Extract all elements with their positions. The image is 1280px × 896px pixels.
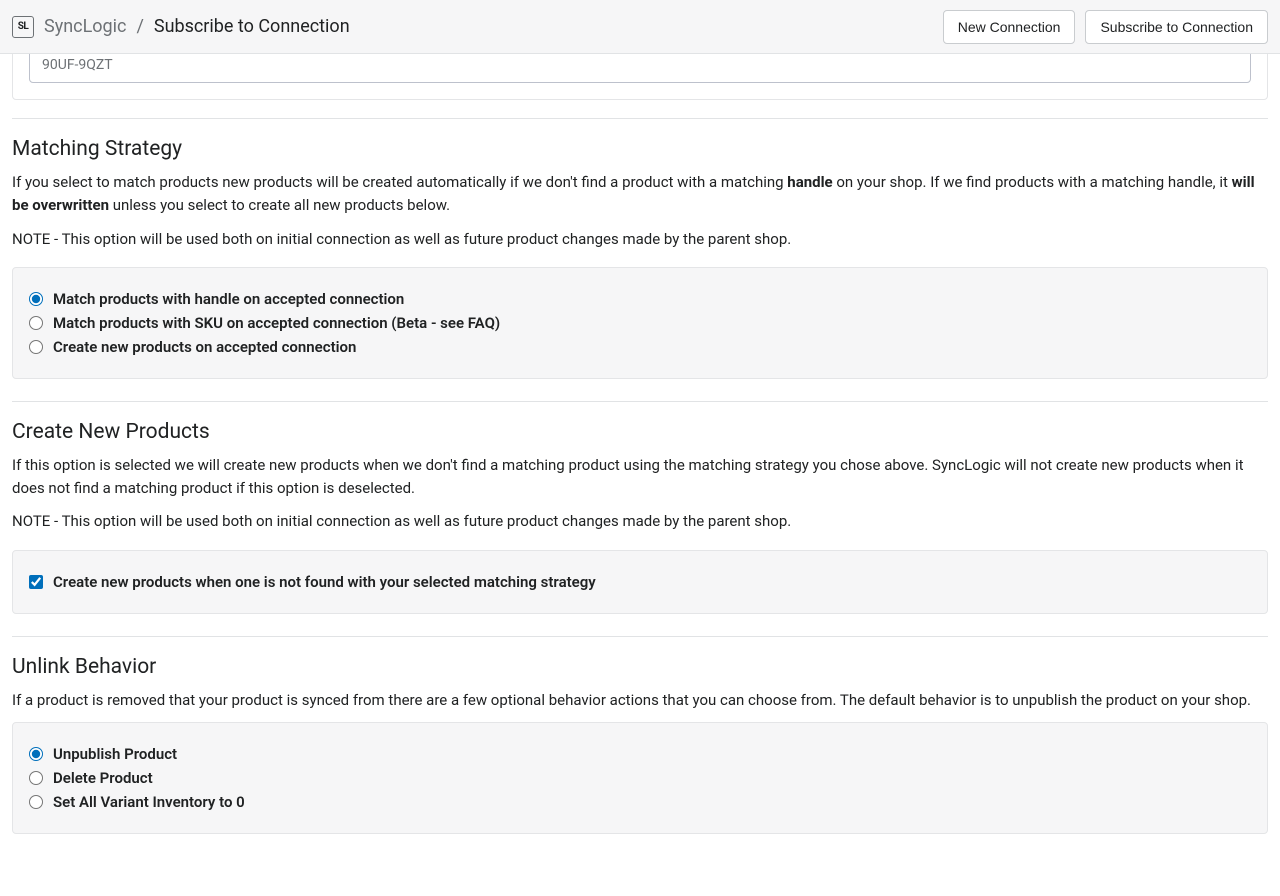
unlink-option-unpublish[interactable]: Unpublish Product xyxy=(29,745,1251,763)
create-new-checkbox-label[interactable]: Create new products when one is not foun… xyxy=(53,573,596,591)
unlink-options-panel: Unpublish Product Delete Product Set All… xyxy=(12,722,1268,834)
matching-radio-label[interactable]: Match products with SKU on accepted conn… xyxy=(53,314,500,332)
matching-option-sku[interactable]: Match products with SKU on accepted conn… xyxy=(29,314,1251,332)
unlink-radio-label[interactable]: Delete Product xyxy=(53,769,153,787)
top-bar: SL SyncLogic / Subscribe to Connection N… xyxy=(0,0,1280,54)
matching-option-create[interactable]: Create new products on accepted connecti… xyxy=(29,338,1251,356)
breadcrumb: SL SyncLogic / Subscribe to Connection xyxy=(12,16,350,38)
create-new-checkbox-row[interactable]: Create new products when one is not foun… xyxy=(29,573,1251,591)
unlink-radio-delete[interactable] xyxy=(29,771,43,785)
section-title: Unlink Behavior xyxy=(12,655,1268,679)
unlink-behavior-section: Unlink Behavior If a product is removed … xyxy=(12,637,1268,856)
brand-name: SyncLogic xyxy=(44,16,126,37)
unlink-option-delete[interactable]: Delete Product xyxy=(29,769,1251,787)
matching-radio-label[interactable]: Match products with handle on accepted c… xyxy=(53,290,404,308)
create-new-description: If this option is selected we will creat… xyxy=(12,454,1268,501)
unlink-radio-label[interactable]: Unpublish Product xyxy=(53,745,177,763)
app-logo-icon: SL xyxy=(12,16,34,38)
matching-options-panel: Match products with handle on accepted c… xyxy=(12,267,1268,379)
create-new-checkbox[interactable] xyxy=(29,575,43,589)
matching-radio-sku[interactable] xyxy=(29,316,43,330)
connection-code-value: 90UF-9QZT xyxy=(42,57,113,73)
section-title: Matching Strategy xyxy=(12,137,1268,161)
unlink-option-inventory-zero[interactable]: Set All Variant Inventory to 0 xyxy=(29,793,1251,811)
matching-note: NOTE - This option will be used both on … xyxy=(12,228,1268,251)
breadcrumb-separator: / xyxy=(136,16,143,37)
new-connection-button[interactable]: New Connection xyxy=(943,10,1076,44)
matching-strategy-section: Matching Strategy If you select to match… xyxy=(12,119,1268,402)
matching-description: If you select to match products new prod… xyxy=(12,171,1268,218)
subscribe-to-connection-button[interactable]: Subscribe to Connection xyxy=(1085,10,1268,44)
unlink-radio-unpublish[interactable] xyxy=(29,747,43,761)
matching-radio-handle[interactable] xyxy=(29,292,43,306)
create-new-products-section: Create New Products If this option is se… xyxy=(12,402,1268,637)
unlink-radio-inventory-zero[interactable] xyxy=(29,795,43,809)
create-new-note: NOTE - This option will be used both on … xyxy=(12,510,1268,533)
create-new-options-panel: Create new products when one is not foun… xyxy=(12,550,1268,614)
section-title: Create New Products xyxy=(12,420,1268,444)
breadcrumb-current: Subscribe to Connection xyxy=(154,16,350,37)
truncated-settings-card: 90UF-9QZT xyxy=(12,46,1268,100)
unlink-description: If a product is removed that your produc… xyxy=(12,689,1268,712)
matching-radio-label[interactable]: Create new products on accepted connecti… xyxy=(53,338,356,356)
matching-option-handle[interactable]: Match products with handle on accepted c… xyxy=(29,290,1251,308)
unlink-radio-label[interactable]: Set All Variant Inventory to 0 xyxy=(53,793,245,811)
matching-radio-create[interactable] xyxy=(29,340,43,354)
